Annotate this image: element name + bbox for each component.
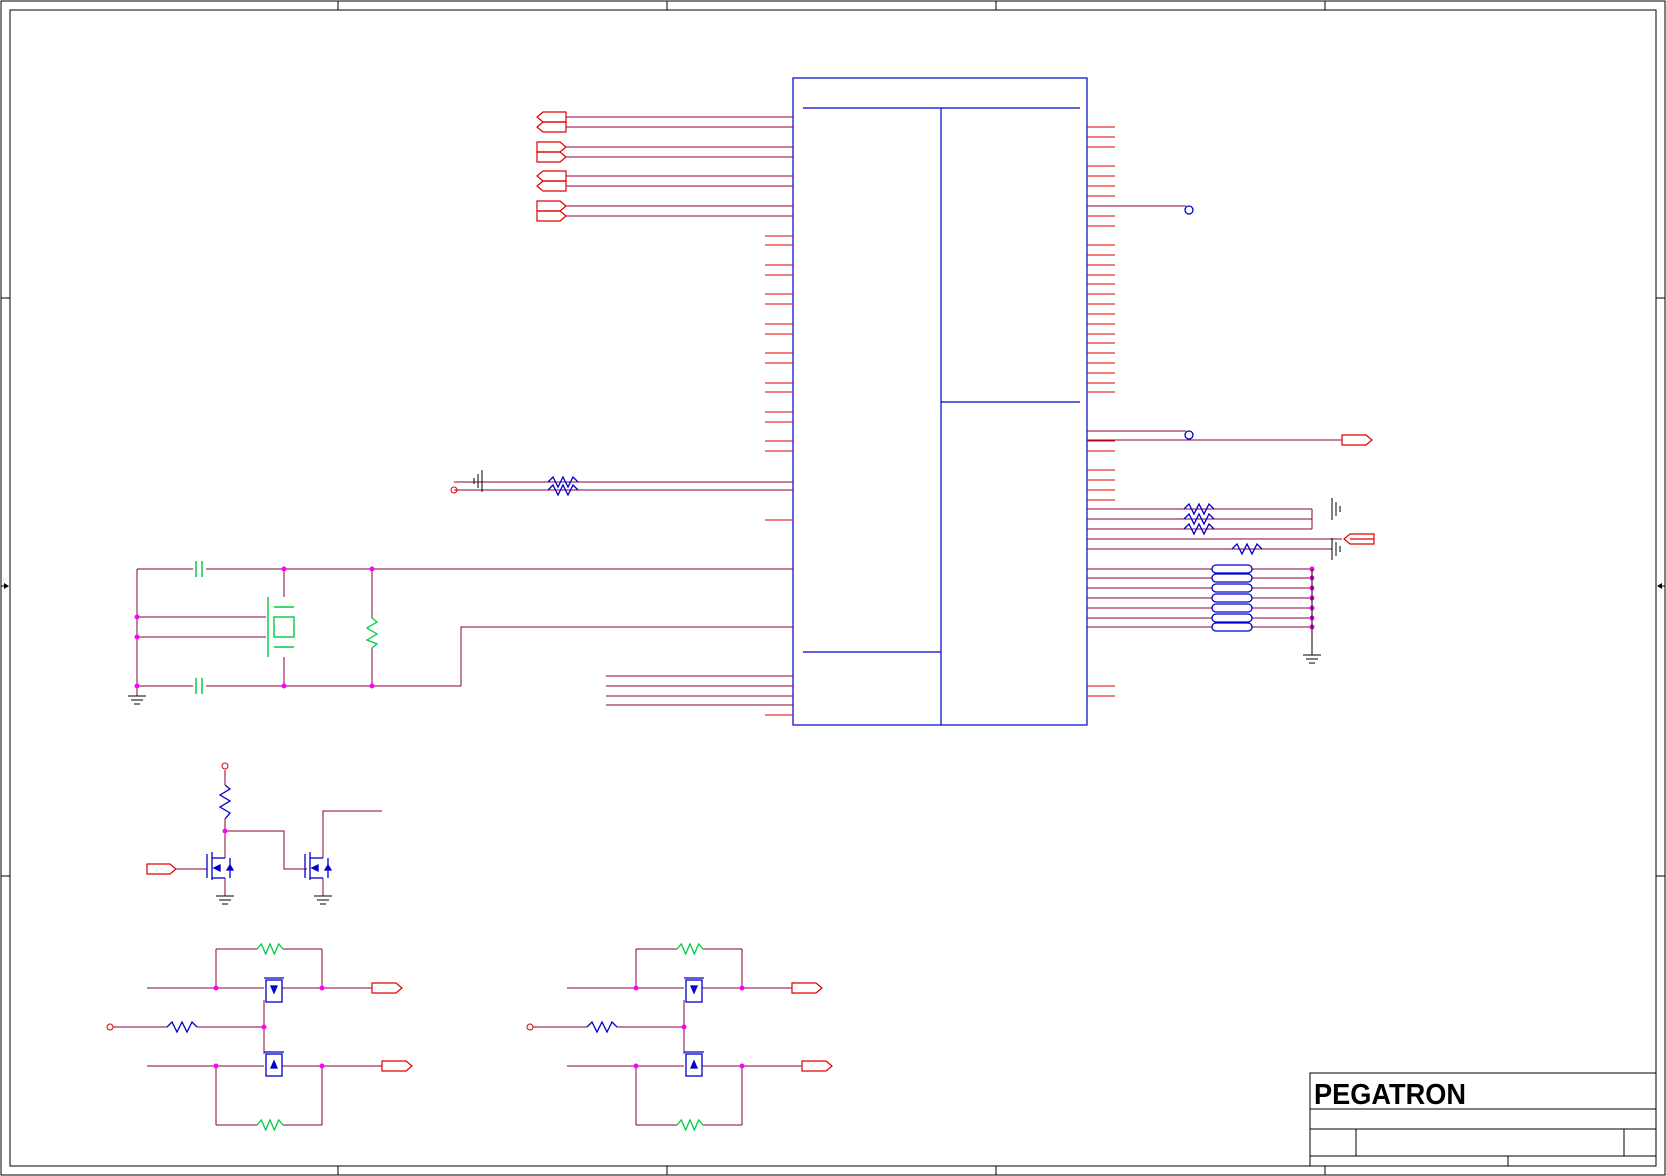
sheet-border [0,0,1666,1176]
junction-dot [739,1063,745,1069]
ferrite-bead-icon [1211,622,1253,632]
schematic-canvas: PEGATRON [0,0,1666,1176]
power-rail-terminal [106,1023,114,1031]
crystal-y1 [267,597,295,657]
crystal-load-capacitor [195,561,203,694]
ic-right-pins [1087,126,1115,697]
mosfet-icon [206,852,333,880]
power-rail-terminal [526,1023,534,1031]
output-port [381,1060,413,1072]
junction-dot [213,1063,219,1069]
input-ports-upper [536,111,567,222]
signal-port [536,111,567,123]
level-shifter-a [106,942,413,1132]
schematic-sheet: PEGATRON [0,0,1666,1176]
bypass-resistor [256,1118,284,1132]
ferrite-bead-icon [1211,583,1253,593]
mosfet-icon [264,1051,284,1077]
output-port [371,982,403,994]
ground-icon [128,695,146,705]
ic-left-pins [765,116,793,716]
junction-dot [633,1063,639,1069]
junction-dot [261,1024,267,1030]
bidirectional-level-shifters [106,942,833,1132]
ferrite-bead-array [1087,564,1315,632]
junction-dot [222,828,228,834]
mosfet-icon [684,1051,704,1077]
pullup-resistor [218,784,232,820]
ground-icon [216,895,332,905]
main-ic-body [792,77,1088,726]
junction-dot [681,1024,687,1030]
junction-dot [319,1063,325,1069]
output-port [791,982,823,994]
output-ports-right [1341,434,1375,545]
ferrite-bead-icon [1211,564,1253,574]
power-rail-terminal [221,762,229,770]
bypass-resistor [676,942,704,956]
junction-dots [134,566,375,689]
ground-icon [1331,498,1341,560]
bypass-resistor [676,1118,704,1132]
signal-port [536,210,567,222]
signal-port [536,141,567,153]
ground-icon [1303,569,1321,664]
level-shifter-b [526,942,833,1132]
signal-port [536,180,567,192]
signal-port [536,200,567,212]
ferrite-bead-icon [1211,613,1253,623]
signal-port [536,151,567,163]
test-point-icon [1184,430,1194,440]
junction-dot [633,985,639,991]
junction-dot [213,985,219,991]
output-port [801,1060,833,1072]
ferrite-bead-icon [1211,603,1253,613]
input-port [146,863,177,875]
reference-resistor-circuit [450,470,793,497]
level-shift-circuit [146,762,382,905]
ferrite-bead-icon [1211,573,1253,583]
signal-port [536,170,567,182]
mosfet-icon [264,977,284,1003]
gate-resistor [586,1020,618,1034]
test-point-icon [1184,205,1194,215]
crystal-feedback-resistor [365,617,379,649]
junction-dot [319,985,325,991]
company-logo: PEGATRON [1314,1079,1466,1111]
junction-dot [739,985,745,991]
ground-icon [473,470,483,492]
zone-arrow-markers [4,583,1662,589]
bypass-resistor [256,942,284,956]
mosfet-icon [684,977,704,1003]
signal-port [536,121,567,133]
ferrite-bead-icon [1211,593,1253,603]
gate-resistor [166,1020,198,1034]
right-side-circuit [1087,205,1375,664]
input-port-wires [566,116,793,217]
crystal-oscillator-circuit [128,561,793,706]
